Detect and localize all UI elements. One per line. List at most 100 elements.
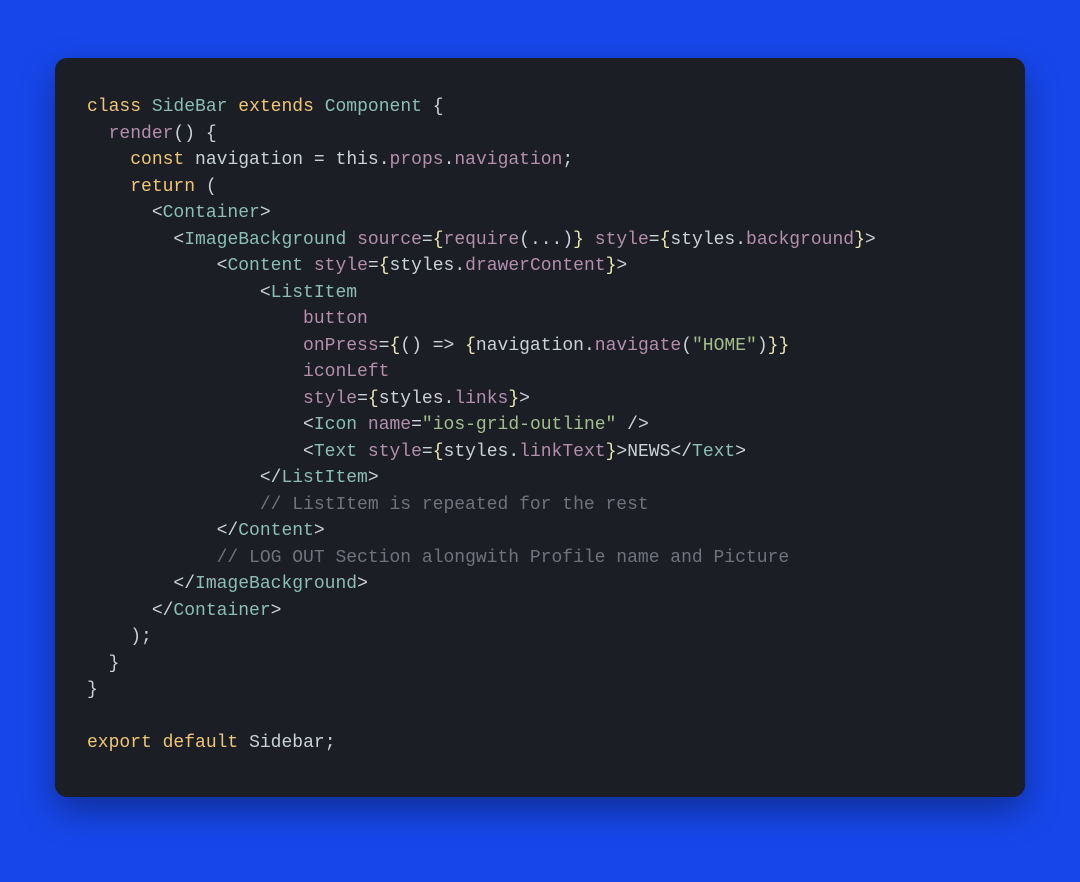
styles-ref: styles: [379, 389, 444, 409]
comment-line: // ListItem is repeated for the rest: [260, 495, 649, 515]
jsx-tag: ListItem: [281, 468, 367, 488]
brace-close: }: [606, 442, 617, 462]
code-line: </Content>: [87, 521, 325, 541]
code-line: <ImageBackground source ={ require(...)} s…: [87, 230, 876, 250]
brace-close: }: [87, 680, 98, 700]
code-line: }: [87, 654, 119, 674]
dot: .: [584, 336, 595, 356]
code-line: <Container>: [87, 203, 271, 223]
var-name: navigation: [195, 150, 303, 170]
jsx-attr: name: [368, 415, 411, 435]
brace-open: {: [660, 230, 671, 250]
prop-drawercontent: drawerContent: [465, 256, 605, 276]
angle-open-close: </: [217, 521, 239, 541]
angle-open: <: [303, 415, 314, 435]
brace-close: }: [854, 230, 865, 250]
semicolon: ;: [325, 733, 336, 753]
angle-open: <: [173, 230, 184, 250]
angle-close: >: [519, 389, 530, 409]
jsx-tag: ListItem: [271, 283, 357, 303]
prop-navigation: navigation: [454, 150, 562, 170]
prop-linktext: linkText: [519, 442, 605, 462]
jsx-tag: Text: [692, 442, 735, 462]
self-close: />: [616, 415, 648, 435]
styles-ref: styles: [444, 442, 509, 462]
parens: (): [173, 124, 195, 144]
code-line: render() {: [87, 124, 217, 144]
jsx-attr: source: [357, 230, 422, 250]
jsx-attr: style: [314, 256, 368, 276]
equals: =: [314, 150, 325, 170]
dot: .: [735, 230, 746, 250]
text-news: NEWS: [627, 442, 670, 462]
fn-require: require: [444, 230, 520, 250]
code-line: [87, 707, 98, 727]
angle-close: >: [271, 601, 282, 621]
angle-open-close: </: [670, 442, 692, 462]
equals: =: [411, 415, 422, 435]
string-iconname: "ios-grid-outline": [422, 415, 616, 435]
jsx-tag: Text: [314, 442, 357, 462]
brace-open: {: [368, 389, 379, 409]
jsx-attr: style: [595, 230, 649, 250]
paren-close: ): [757, 336, 768, 356]
paren-open: (: [681, 336, 692, 356]
dot: .: [454, 256, 465, 276]
brace-open: {: [379, 256, 390, 276]
code-line: <Icon name="ios-grid-outline" />: [87, 415, 649, 435]
code-line: </ImageBackground>: [87, 574, 368, 594]
brace-open: {: [433, 97, 444, 117]
dot: .: [444, 389, 455, 409]
code-line: </Container>: [87, 601, 281, 621]
angle-open: <: [260, 283, 271, 303]
code-line: onPress={() => {navigation.navigate("HOM…: [87, 336, 789, 356]
brace-close: }: [508, 389, 519, 409]
jsx-tag: Container: [173, 601, 270, 621]
brace-open: {: [389, 336, 400, 356]
angle-open: <: [152, 203, 163, 223]
paren-open: (: [206, 177, 217, 197]
angle-close: >: [357, 574, 368, 594]
code-line: class SideBar extends Component {: [87, 97, 444, 117]
code-line: const navigation = this.props.navigation…: [87, 150, 573, 170]
jsx-tag: Content: [238, 521, 314, 541]
arrow-fn: () =>: [400, 336, 465, 356]
jsx-tag: ImageBackground: [184, 230, 346, 250]
angle-close: >: [616, 256, 627, 276]
angle-close: >: [260, 203, 271, 223]
styles-ref: styles: [390, 256, 455, 276]
equals: =: [368, 256, 379, 276]
code-line: <Text style={styles.linkText}>NEWS</Text…: [87, 442, 746, 462]
code-line: <Content style={styles.drawerContent}>: [87, 256, 627, 276]
angle-close: >: [865, 230, 876, 250]
code-line: export default Sidebar;: [87, 733, 336, 753]
angle-open-close: </: [152, 601, 174, 621]
paren-close: );: [130, 627, 152, 647]
code-line: style={styles.links}>: [87, 389, 530, 409]
code-card: class SideBar extends Component { render…: [55, 58, 1025, 797]
jsx-attr: onPress: [303, 336, 379, 356]
code-block: class SideBar extends Component { render…: [87, 94, 993, 757]
prop-background: background: [746, 230, 854, 250]
keyword-export: export: [87, 733, 152, 753]
equals: =: [649, 230, 660, 250]
jsx-attr: button: [303, 309, 368, 329]
this-ref: this: [336, 150, 379, 170]
angle-close: >: [314, 521, 325, 541]
class-name: SideBar: [152, 97, 228, 117]
comment-line: // LOG OUT Section alongwith Profile nam…: [217, 548, 790, 568]
args: (...): [519, 230, 573, 250]
equals: =: [379, 336, 390, 356]
method-name: render: [109, 124, 174, 144]
angle-close: >: [616, 442, 627, 462]
jsx-tag: Icon: [314, 415, 357, 435]
keyword-extends: extends: [238, 97, 314, 117]
code-line: <ListItem: [87, 283, 357, 303]
code-line: return (: [87, 177, 217, 197]
brace-close: }: [606, 256, 617, 276]
code-line: }: [87, 680, 98, 700]
angle-close: >: [735, 442, 746, 462]
jsx-tag: ImageBackground: [195, 574, 357, 594]
component-name: Component: [325, 97, 422, 117]
code-line: button: [87, 309, 368, 329]
